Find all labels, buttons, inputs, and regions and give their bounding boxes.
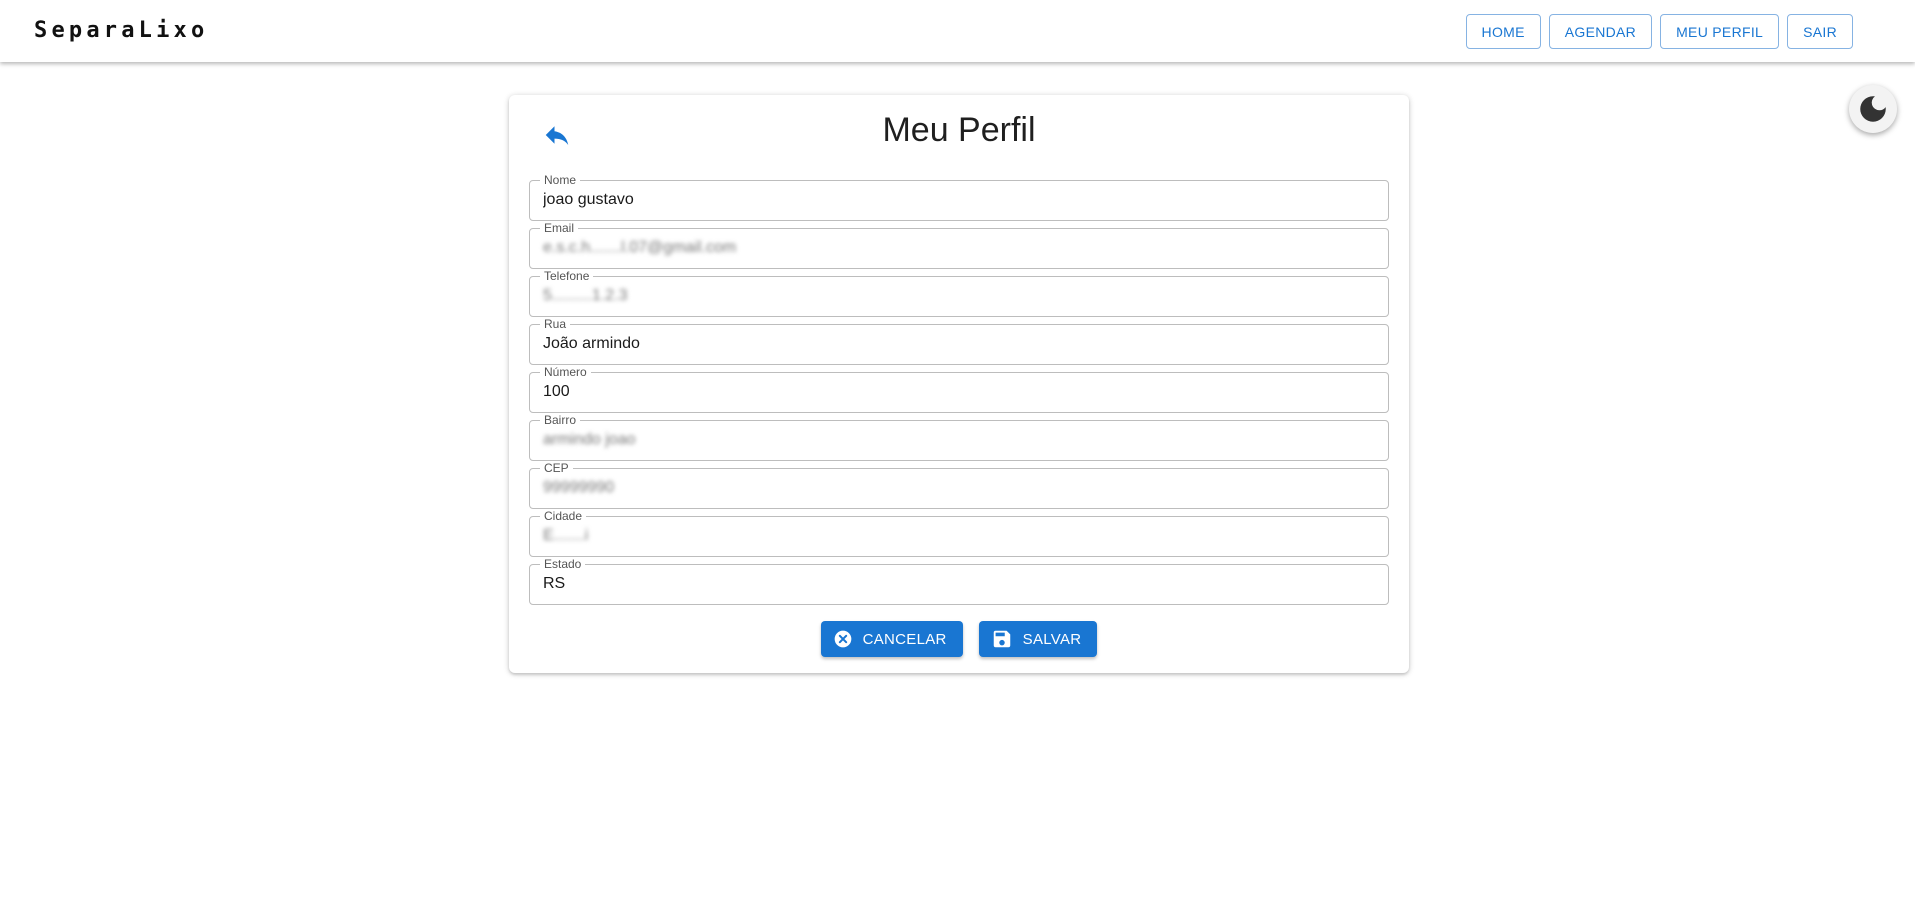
cancel-circle-icon <box>834 630 851 648</box>
estado-field: Estado <box>529 557 1389 605</box>
rua-input[interactable] <box>543 333 1373 355</box>
estado-label: Estado <box>540 557 586 571</box>
numero-label: Número <box>540 365 591 379</box>
email-field: Email <box>529 221 1389 269</box>
floppy-disk-icon <box>993 630 1010 648</box>
theme-toggle-button[interactable] <box>1849 85 1897 133</box>
rua-field: Rua <box>529 317 1389 365</box>
app-bar: SeparaLixo HOME AGENDAR MEU PERFIL SAIR <box>0 0 1915 62</box>
nav-sair-button[interactable]: SAIR <box>1787 14 1853 49</box>
moon-icon <box>1860 96 1886 122</box>
rua-label: Rua <box>540 317 571 331</box>
telefone-label: Telefone <box>540 269 594 283</box>
cep-input[interactable] <box>543 477 1373 499</box>
save-button[interactable]: SALVAR <box>978 621 1098 657</box>
form-actions: CANCELAR SALVAR <box>509 621 1409 657</box>
telefone-field: Telefone <box>529 269 1389 317</box>
profile-card: Meu Perfil Nome Email Telefone Rua Númer… <box>509 95 1409 673</box>
cep-label: CEP <box>540 461 573 475</box>
brand-logo: SeparaLixo <box>34 18 209 43</box>
nome-field: Nome <box>529 173 1389 221</box>
nav-agendar-button[interactable]: AGENDAR <box>1548 14 1653 49</box>
nome-input[interactable] <box>543 189 1373 211</box>
save-label: SALVAR <box>1022 630 1082 648</box>
email-input[interactable] <box>543 237 1373 259</box>
cidade-field: Cidade <box>529 509 1389 557</box>
nome-label: Nome <box>540 173 581 187</box>
top-nav: HOME AGENDAR MEU PERFIL SAIR <box>1465 14 1853 49</box>
bairro-field: Bairro <box>529 413 1389 461</box>
cancel-label: CANCELAR <box>862 630 947 648</box>
nav-home-button[interactable]: HOME <box>1465 14 1541 49</box>
cidade-input[interactable] <box>543 525 1373 547</box>
numero-field: Número <box>529 365 1389 413</box>
numero-input[interactable] <box>543 381 1373 403</box>
cancel-button[interactable]: CANCELAR <box>820 621 963 657</box>
bairro-input[interactable] <box>543 429 1373 451</box>
nav-meu-perfil-button[interactable]: MEU PERFIL <box>1660 14 1780 49</box>
cidade-label: Cidade <box>540 509 587 523</box>
email-label: Email <box>540 221 579 235</box>
cep-field: CEP <box>529 461 1389 509</box>
page-title: Meu Perfil <box>882 111 1036 149</box>
estado-input[interactable] <box>543 573 1373 595</box>
telefone-input[interactable] <box>543 285 1373 307</box>
profile-form: Nome Email Telefone Rua Número Bairro CE… <box>529 173 1389 612</box>
bairro-label: Bairro <box>540 413 581 427</box>
